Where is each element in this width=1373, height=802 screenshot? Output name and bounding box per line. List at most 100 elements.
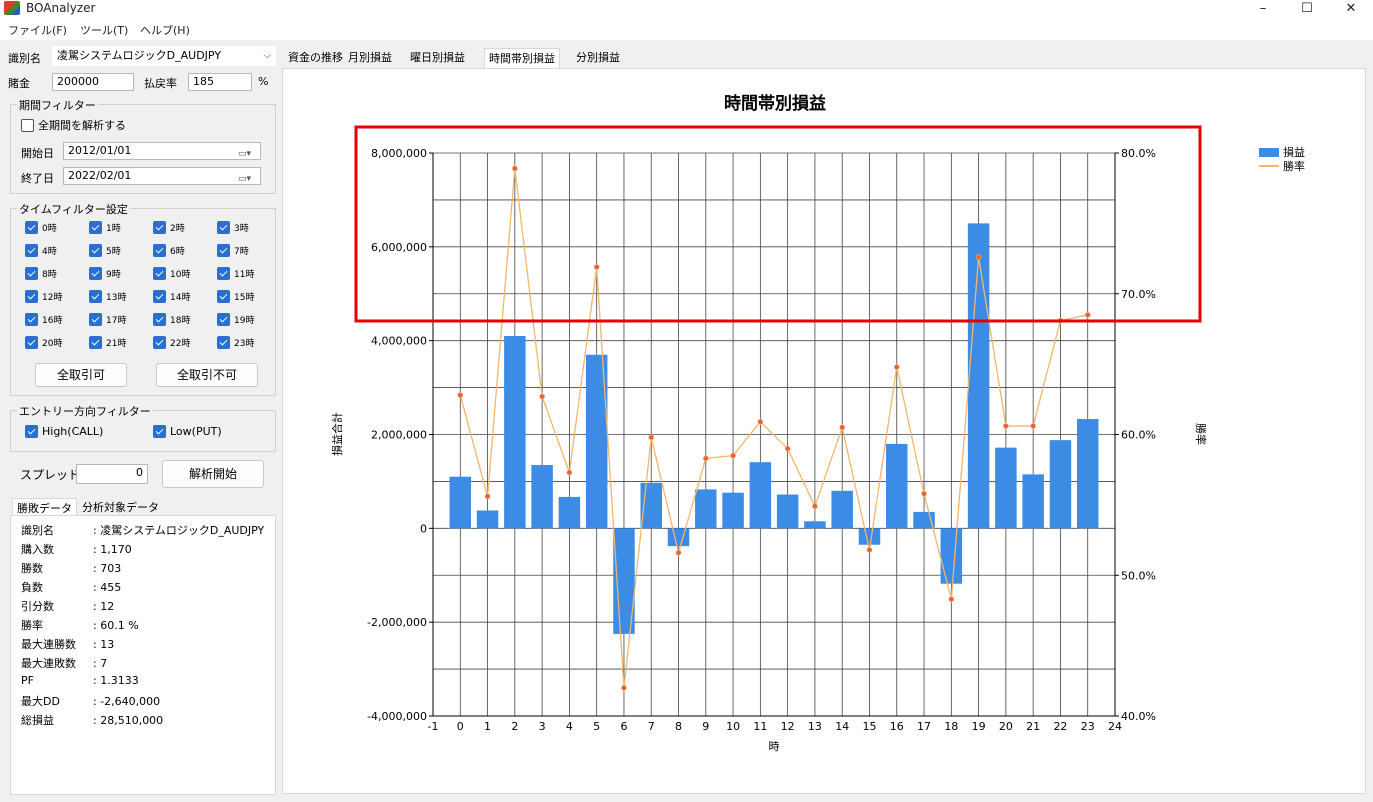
tab-chart-3[interactable]: 時間帯別損益 <box>484 48 560 68</box>
checkbox-checked-icon <box>25 290 38 303</box>
bar-hour-13 <box>804 521 826 529</box>
chevron-down-icon: ⌵ <box>263 50 271 61</box>
menu-tools[interactable]: ツール(T) <box>80 22 128 38</box>
checkbox-checked-icon <box>217 290 230 303</box>
hour-checkbox-15[interactable]: 15時 <box>217 290 254 303</box>
bar-hour-0 <box>449 476 472 529</box>
hour-checkbox-3[interactable]: 3時 <box>217 221 249 234</box>
hour-checkbox-12[interactable]: 12時 <box>25 290 62 303</box>
stats-key: 勝率 <box>21 619 43 632</box>
y-tick-label: 8,000,000 <box>371 147 427 160</box>
hour-checkbox-19[interactable]: 19時 <box>217 313 254 326</box>
checkbox-checked-icon <box>25 313 38 326</box>
hour-checkbox-20[interactable]: 20時 <box>25 336 62 349</box>
hour-checkbox-9[interactable]: 9時 <box>89 267 121 280</box>
win-rate-point-13 <box>812 503 818 510</box>
end-date-picker[interactable]: 2022/02/01 ▭▾ <box>63 167 261 185</box>
name-label: 識別名 <box>8 52 41 65</box>
hour-checkbox-16[interactable]: 16時 <box>25 313 62 326</box>
payout-input[interactable]: 185 <box>188 73 252 91</box>
checkbox-checked-icon <box>89 244 102 257</box>
stats-value: : 凌駕システムロジックD_AUDJPY <box>93 524 265 537</box>
win-rate-point-21 <box>1030 423 1037 429</box>
hour-checkbox-7[interactable]: 7時 <box>217 244 249 257</box>
allow-all-button[interactable]: 全取引可 <box>35 363 127 387</box>
checkbox-checked-icon <box>153 290 166 303</box>
hour-checkbox-23[interactable]: 23時 <box>217 336 254 349</box>
hour-checkbox-22[interactable]: 22時 <box>153 336 190 349</box>
bar-hour-17 <box>913 511 935 529</box>
tab-chart-4[interactable]: 分別損益 <box>572 48 624 68</box>
hour-checkbox-10[interactable]: 10時 <box>153 267 190 280</box>
hour-label: 7時 <box>234 247 249 257</box>
low-put-checkbox[interactable]: Low(PUT) <box>153 425 222 438</box>
highlight-box <box>354 125 1202 323</box>
tab-chart-2[interactable]: 曜日別損益 <box>406 48 469 68</box>
stats-key: 最大DD <box>21 695 60 708</box>
hour-checkbox-1[interactable]: 1時 <box>89 221 121 234</box>
bet-label: 賭金 <box>8 77 30 90</box>
maximize-button[interactable]: ☐ <box>1285 0 1329 18</box>
x-tick-label: 20 <box>999 720 1013 733</box>
y2-axis-title: 勝率 <box>1194 423 1208 445</box>
bet-input[interactable]: 200000 <box>52 73 134 91</box>
entry-filter-group: エントリー方向フィルター High(CALL) Low(PUT) <box>10 403 276 452</box>
hour-label: 16時 <box>42 316 63 326</box>
menu-file[interactable]: ファイル(F) <box>8 22 67 38</box>
win-rate-point-3 <box>539 393 546 400</box>
hour-checkbox-14[interactable]: 14時 <box>153 290 190 303</box>
y2-tick-label: 60.0% <box>1121 429 1156 442</box>
hour-checkbox-8[interactable]: 8時 <box>25 267 57 280</box>
x-tick-label: 23 <box>1081 720 1095 733</box>
stats-row: 負数: 455 <box>21 579 121 595</box>
hour-checkbox-6[interactable]: 6時 <box>153 244 185 257</box>
y-axis-title: 損益合計 <box>330 412 344 456</box>
checkbox-checked-icon <box>153 425 166 438</box>
bar-hour-8 <box>667 528 690 547</box>
stats-value: : 1,170 <box>93 543 132 556</box>
hour-checkbox-17[interactable]: 17時 <box>89 313 126 326</box>
hour-checkbox-21[interactable]: 21時 <box>89 336 126 349</box>
hour-label: 2時 <box>170 224 185 234</box>
menu-help[interactable]: ヘルプ(H) <box>140 22 190 38</box>
stats-key: 総損益 <box>21 714 54 727</box>
tab-chart-0[interactable]: 資金の推移 <box>284 48 347 68</box>
start-date-picker[interactable]: 2012/01/01 ▭▾ <box>63 142 261 160</box>
bar-hour-19 <box>967 223 990 529</box>
spread-input[interactable]: 0 <box>76 464 148 484</box>
deny-all-button[interactable]: 全取引不可 <box>156 363 258 387</box>
stats-row: 最大連勝数: 13 <box>21 636 114 652</box>
analyze-start-button[interactable]: 解析開始 <box>162 460 264 488</box>
win-rate-point-7 <box>648 434 655 441</box>
win-rate-point-12 <box>784 445 791 452</box>
checkbox-checked-icon <box>89 336 102 349</box>
stats-key: 負数 <box>21 581 43 594</box>
x-tick-label: 18 <box>944 720 958 733</box>
bar-hour-21 <box>1022 474 1044 529</box>
win-rate-point-23 <box>1084 311 1091 318</box>
stats-key: 購入数 <box>21 543 54 556</box>
all-period-checkbox[interactable]: 全期間を解析する <box>21 117 126 133</box>
hour-checkbox-2[interactable]: 2時 <box>153 221 185 234</box>
checkbox-checked-icon <box>89 267 102 280</box>
window-title: BOAnalyzer <box>26 1 96 15</box>
hour-checkbox-4[interactable]: 4時 <box>25 244 57 257</box>
checkbox-checked-icon <box>153 221 166 234</box>
x-tick-label: 2 <box>511 720 518 733</box>
name-select[interactable]: 凌駕システムロジックD_AUDJPY ⌵ <box>52 46 276 66</box>
bar-hour-9 <box>695 489 717 529</box>
stats-row: PF: 1.3133 <box>21 674 139 687</box>
x-tick-label: 0 <box>457 720 464 733</box>
win-rate-point-15 <box>866 547 873 553</box>
hour-checkbox-0[interactable]: 0時 <box>25 221 57 234</box>
checkbox-checked-icon <box>217 313 230 326</box>
close-button[interactable]: ✕ <box>1329 0 1373 18</box>
hour-checkbox-11[interactable]: 11時 <box>217 267 254 280</box>
high-call-checkbox[interactable]: High(CALL) <box>25 425 103 438</box>
minimize-button[interactable]: – <box>1241 0 1285 18</box>
hour-checkbox-5[interactable]: 5時 <box>89 244 121 257</box>
tab-chart-1[interactable]: 月別損益 <box>344 48 396 68</box>
x-tick-label: 16 <box>890 720 904 733</box>
hour-checkbox-18[interactable]: 18時 <box>153 313 190 326</box>
hour-checkbox-13[interactable]: 13時 <box>89 290 126 303</box>
